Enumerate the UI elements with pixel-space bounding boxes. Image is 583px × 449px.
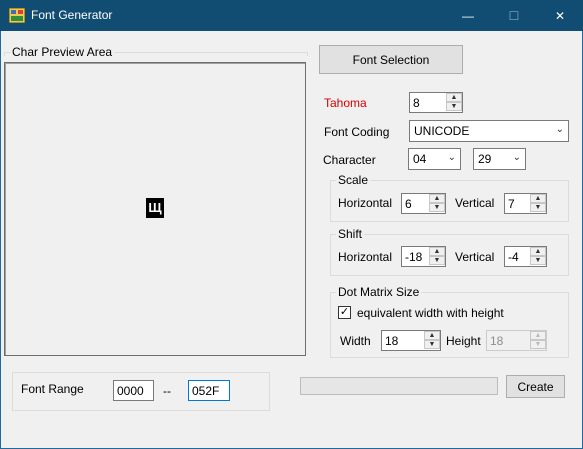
- char-preview-legend: Char Preview Area: [10, 45, 115, 59]
- shift-horizontal-label: Horizontal: [338, 250, 393, 264]
- character-label: Character: [323, 153, 376, 167]
- progress-bar: [300, 377, 498, 395]
- font-range-to-input[interactable]: 052F: [188, 380, 230, 401]
- spin-down-icon[interactable]: ▼: [446, 102, 462, 111]
- chevron-down-icon: ⌄: [447, 152, 456, 163]
- spin-up-icon[interactable]: ▲: [446, 93, 462, 102]
- height-label: Height: [446, 334, 481, 348]
- font-selection-button[interactable]: Font Selection: [319, 45, 463, 74]
- spin-up-icon[interactable]: ▲: [429, 247, 445, 256]
- scale-vertical-label: Vertical: [455, 196, 495, 210]
- width-stepper[interactable]: 18 ▲ ▼: [381, 330, 441, 351]
- scale-horizontal-label: Horizontal: [338, 196, 393, 210]
- dot-matrix-legend: Dot Matrix Size: [336, 285, 422, 299]
- font-selection-label: Font Selection: [352, 52, 430, 67]
- spin-up-icon[interactable]: ▲: [530, 247, 546, 256]
- chevron-down-icon: ⌄: [555, 124, 564, 135]
- width-value: 18: [385, 334, 399, 348]
- shift-vertical-label: Vertical: [455, 250, 495, 264]
- equivalent-size-checkbox[interactable]: ✓: [338, 306, 351, 319]
- font-size-stepper[interactable]: 8 ▲ ▼: [409, 92, 463, 113]
- create-button[interactable]: Create: [506, 375, 565, 398]
- create-label: Create: [517, 379, 554, 394]
- spin-down-icon[interactable]: ▼: [429, 256, 445, 265]
- width-arrows[interactable]: ▲ ▼: [424, 331, 440, 350]
- char-preview-group: Char Preview Area: [4, 45, 308, 59]
- shift-horizontal-arrows[interactable]: ▲ ▼: [429, 247, 445, 266]
- app-icon: [9, 8, 25, 23]
- close-button[interactable]: ✕: [537, 0, 583, 31]
- chevron-down-icon: ⌄: [512, 152, 521, 163]
- scale-vertical-value: 7: [508, 197, 515, 211]
- spin-up-icon: ▲: [530, 331, 546, 340]
- spin-down-icon: ▼: [530, 340, 546, 349]
- scale-legend: Scale: [336, 173, 371, 187]
- check-icon: ✓: [339, 306, 350, 318]
- height-value: 18: [490, 334, 504, 348]
- font-coding-label: Font Coding: [324, 125, 390, 139]
- character-high-value: 04: [413, 152, 427, 166]
- character-low-value: 29: [478, 152, 492, 166]
- height-arrows: ▲ ▼: [530, 331, 546, 350]
- shift-vertical-value: -4: [508, 250, 519, 264]
- character-low-select[interactable]: 29 ⌄: [473, 148, 526, 170]
- scale-vertical-stepper[interactable]: 7 ▲ ▼: [504, 193, 547, 214]
- shift-vertical-stepper[interactable]: -4 ▲ ▼: [504, 246, 547, 267]
- shift-horizontal-value: -18: [405, 250, 423, 264]
- minimize-button[interactable]: —: [445, 0, 491, 31]
- close-icon: ✕: [554, 8, 566, 23]
- spin-up-icon[interactable]: ▲: [424, 331, 440, 340]
- spin-down-icon[interactable]: ▼: [424, 340, 440, 349]
- maximize-icon: ☐: [508, 8, 520, 23]
- minimize-icon: —: [462, 8, 474, 23]
- shift-legend: Shift: [336, 227, 365, 241]
- scale-horizontal-value: 6: [405, 197, 412, 211]
- preview-glyph: Щ: [146, 198, 164, 218]
- spin-down-icon[interactable]: ▼: [530, 256, 546, 265]
- font-coding-value: UNICODE: [414, 124, 470, 138]
- spin-down-icon[interactable]: ▼: [530, 203, 546, 212]
- spin-down-icon[interactable]: ▼: [429, 203, 445, 212]
- shift-horizontal-stepper[interactable]: -18 ▲ ▼: [401, 246, 446, 267]
- scale-vertical-arrows[interactable]: ▲ ▼: [530, 194, 546, 213]
- title-bar: Font Generator — ☐ ✕: [0, 0, 583, 31]
- maximize-button[interactable]: ☐: [491, 0, 537, 31]
- font-range-from-value: 0000: [117, 384, 144, 398]
- font-size-value: 8: [413, 96, 420, 110]
- scale-horizontal-arrows[interactable]: ▲ ▼: [429, 194, 445, 213]
- scale-horizontal-stepper[interactable]: 6 ▲ ▼: [401, 193, 446, 214]
- spin-up-icon[interactable]: ▲: [530, 194, 546, 203]
- character-high-select[interactable]: 04 ⌄: [408, 148, 461, 170]
- font-range-separator: --: [163, 384, 171, 398]
- font-range-label: Font Range: [21, 382, 84, 396]
- font-size-arrows[interactable]: ▲ ▼: [446, 93, 462, 112]
- font-coding-select[interactable]: UNICODE ⌄: [409, 120, 569, 142]
- shift-vertical-arrows[interactable]: ▲ ▼: [530, 247, 546, 266]
- font-name-label: Tahoma: [324, 96, 367, 110]
- font-range-from-input[interactable]: 0000: [113, 380, 154, 401]
- equivalent-size-label[interactable]: equivalent width with height: [357, 306, 504, 320]
- width-label: Width: [340, 334, 371, 348]
- font-range-to-value: 052F: [192, 384, 220, 398]
- window-title: Font Generator: [31, 8, 113, 22]
- height-stepper: 18 ▲ ▼: [486, 330, 547, 351]
- spin-up-icon[interactable]: ▲: [429, 194, 445, 203]
